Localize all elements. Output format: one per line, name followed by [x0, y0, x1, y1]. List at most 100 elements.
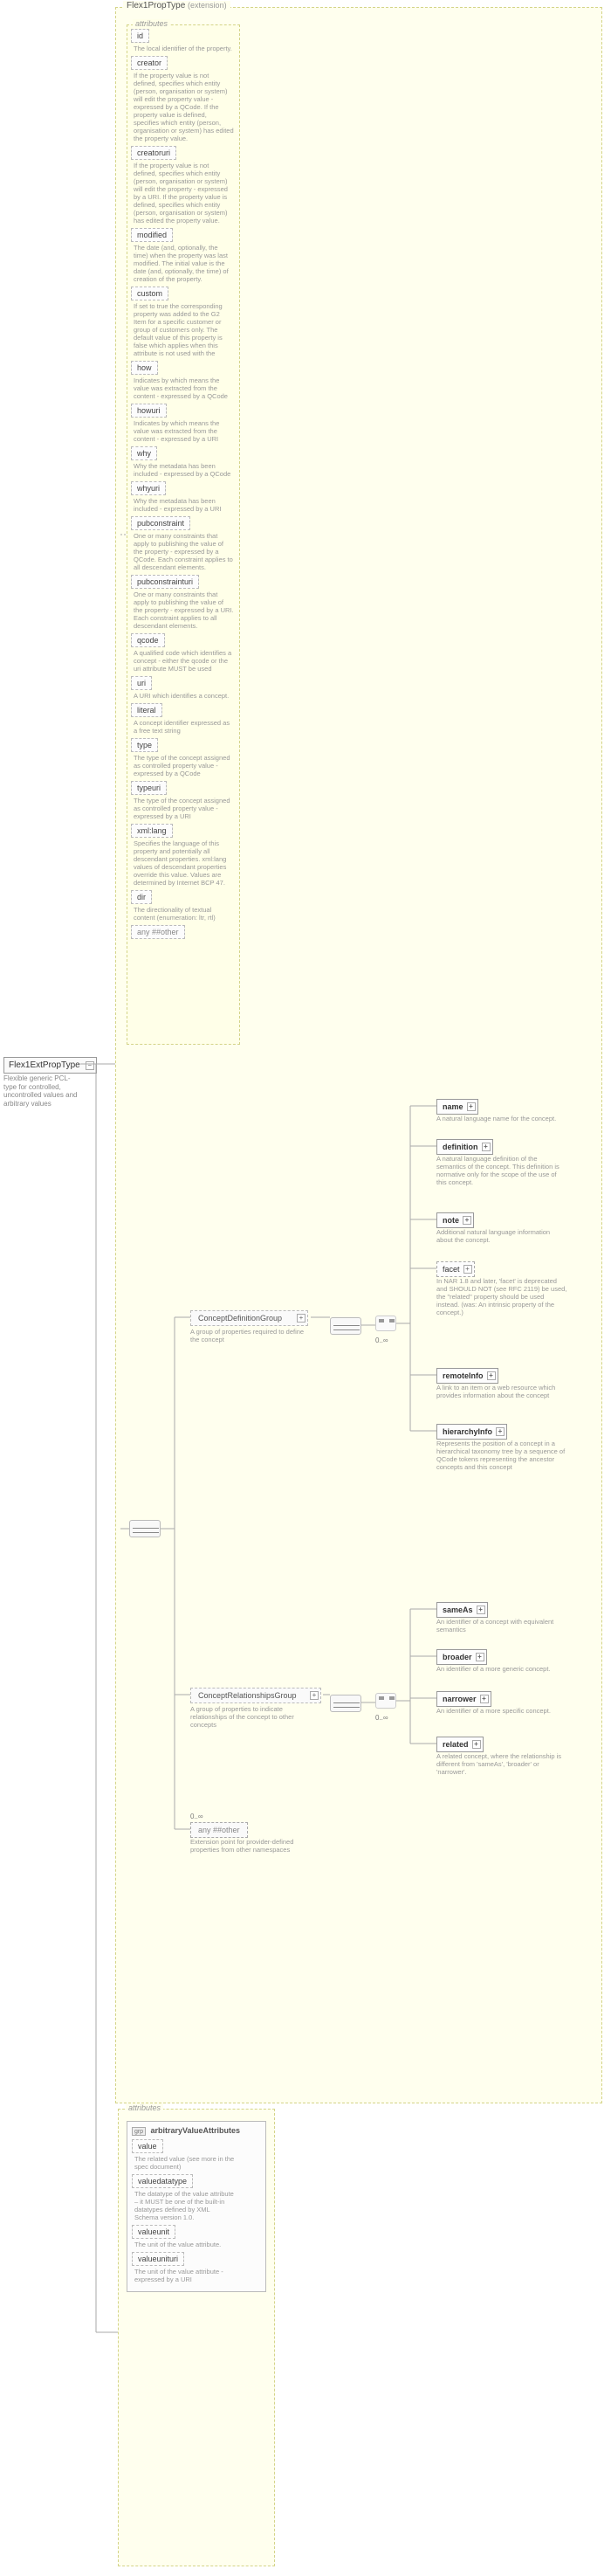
attr-valueunituri[interactable]: valueunituri [132, 2252, 184, 2266]
expand-icon[interactable]: + [496, 1427, 505, 1436]
element-name[interactable]: name+ [436, 1099, 478, 1115]
attr-id[interactable]: id [131, 29, 149, 43]
element-facet[interactable]: facet+ [436, 1261, 475, 1277]
sequence-compositor-crg[interactable] [330, 1695, 361, 1712]
element-hierarchyinfo[interactable]: hierarchyInfo+ [436, 1424, 507, 1440]
element-related[interactable]: related+ [436, 1737, 484, 1752]
attr-desc: If set to true the corresponding propert… [131, 302, 234, 357]
element-desc: In NAR 1.8 and later, 'facet' is depreca… [436, 1277, 567, 1316]
expand-icon[interactable]: + [480, 1695, 489, 1703]
attr-howuri[interactable]: howuri [131, 404, 167, 418]
collapse-icon[interactable]: − [86, 1061, 94, 1070]
attr-desc: A URI which identifies a concept. [131, 692, 234, 700]
sequence-compositor-cdg[interactable] [330, 1317, 361, 1335]
choice-switch-crg[interactable] [375, 1693, 396, 1709]
extension-label: (extension) [188, 1, 227, 10]
attr-how[interactable]: how [131, 361, 158, 375]
any-other-element[interactable]: any ##other [190, 1822, 248, 1838]
attributes-title: attributes [126, 2103, 163, 2112]
element-desc: A natural language definition of the sem… [436, 1155, 567, 1186]
attr-qcode[interactable]: qcode [131, 633, 165, 647]
attr-desc: One or many constraints that apply to pu… [131, 532, 234, 571]
extension-title: Flex1PropType (extension) [123, 1, 230, 10]
root-type-box[interactable]: Flex1ExtPropType − [3, 1057, 97, 1074]
attr-group-title: grp arbitraryValueAttributes [132, 2126, 261, 2136]
attr-desc: Indicates by which means the value was e… [131, 376, 234, 400]
expand-icon[interactable]: + [463, 1265, 472, 1274]
attr-typeuri[interactable]: typeuri [131, 781, 167, 795]
attr-dir[interactable]: dir [131, 890, 152, 904]
occurrence: 0..∞ [375, 1336, 388, 1344]
attributes-title: attributes [133, 19, 170, 28]
attr-pubconstraint[interactable]: pubconstraint [131, 516, 190, 530]
attr-desc: The local identifier of the property. [131, 45, 234, 52]
attrs2-list: value The related value (see more in the … [132, 2139, 261, 2283]
attr-desc: The directionality of textual content (e… [131, 906, 234, 922]
attr-desc: Why the metadata has been included - exp… [131, 497, 234, 513]
concept-relationships-group[interactable]: ConceptRelationshipsGroup + [190, 1688, 321, 1703]
element-note[interactable]: note+ [436, 1212, 474, 1228]
group-desc: A group of properties required to define… [190, 1328, 308, 1343]
attr-desc: A qualified code which identifies a conc… [131, 649, 234, 673]
attr-valuedatatype[interactable]: valuedatatype [132, 2174, 193, 2188]
expand-icon[interactable]: + [297, 1314, 306, 1323]
attr-desc: The type of the concept assigned as cont… [131, 797, 234, 820]
attr-creatoruri[interactable]: creatoruri [131, 146, 176, 160]
expand-icon[interactable]: + [482, 1143, 491, 1151]
attr-pubconstrainturi[interactable]: pubconstrainturi [131, 575, 199, 589]
group-icon: grp [132, 2127, 146, 2136]
attr-desc: If the property value is not defined, sp… [131, 72, 234, 142]
attr-modified[interactable]: modified [131, 228, 173, 242]
attributes-list: id The local identifier of the property. c… [131, 29, 236, 922]
attr-custom[interactable]: custom [131, 287, 168, 300]
expand-icon[interactable]: + [467, 1102, 476, 1111]
expand-icon[interactable]: + [476, 1653, 484, 1661]
expand-icon[interactable]: + [487, 1371, 496, 1380]
attr-whyuri[interactable]: whyuri [131, 481, 166, 495]
attr-group-name: arbitraryValueAttributes [151, 2126, 241, 2135]
expand-icon[interactable]: + [310, 1691, 319, 1700]
element-narrower[interactable]: narrower+ [436, 1691, 491, 1707]
element-broader[interactable]: broader+ [436, 1649, 487, 1665]
attr-xml:lang[interactable]: xml:lang [131, 824, 173, 838]
expand-icon[interactable]: + [463, 1216, 471, 1225]
group-desc: A group of properties to indicate relati… [190, 1705, 321, 1729]
expand-icon[interactable]: + [472, 1740, 481, 1749]
attr-valueunit[interactable]: valueunit [132, 2225, 175, 2239]
group-label: ConceptDefinitionGroup [198, 1314, 282, 1323]
choice-switch-cdg[interactable] [375, 1316, 396, 1331]
attr-desc: The unit of the value attribute. [132, 2241, 235, 2248]
root-type-name: Flex1ExtPropType [9, 1060, 80, 1070]
element-desc: A related concept, where the relationshi… [436, 1752, 567, 1776]
element-sameas[interactable]: sameAs+ [436, 1602, 488, 1618]
attr-literal[interactable]: literal [131, 703, 162, 717]
occurrence: 0..∞ [375, 1714, 388, 1722]
attr-desc: One or many constraints that apply to pu… [131, 590, 234, 630]
attr-any-other: any ##other [131, 925, 185, 939]
group-label: ConceptRelationshipsGroup [198, 1691, 297, 1700]
element-desc: A natural language name for the concept. [436, 1115, 567, 1122]
attr-desc: The unit of the value attribute - expres… [132, 2268, 235, 2283]
element-desc: An identifier of a more generic concept. [436, 1665, 567, 1673]
root-type-desc: Flexible generic PCL-type for controlled… [3, 1074, 78, 1108]
element-remoteinfo[interactable]: remoteInfo+ [436, 1368, 498, 1384]
attr-value[interactable]: value [132, 2139, 163, 2153]
attr-desc: If the property value is not defined, sp… [131, 162, 234, 224]
attr-desc: Indicates by which means the value was e… [131, 419, 234, 443]
attr-type[interactable]: type [131, 738, 158, 752]
element-definition[interactable]: definition+ [436, 1139, 493, 1155]
attr-desc: Why the metadata has been included - exp… [131, 462, 234, 478]
sequence-compositor-main[interactable] [129, 1520, 161, 1537]
element-desc: A link to an item or a web resource whic… [436, 1384, 567, 1399]
attr-desc: Specifies the language of this property … [131, 839, 234, 887]
extension-name: Flex1PropType [127, 1, 185, 10]
attr-uri[interactable]: uri [131, 676, 152, 690]
attr-creator[interactable]: creator [131, 56, 168, 70]
attr-why[interactable]: why [131, 446, 157, 460]
attr-desc: The related value (see more in the spec … [132, 2155, 235, 2171]
expand-icon[interactable]: + [477, 1606, 485, 1614]
concept-definition-group[interactable]: ConceptDefinitionGroup + [190, 1310, 308, 1326]
element-desc: Additional natural language information … [436, 1228, 567, 1244]
attr-desc: The datatype of the value attribute – it… [132, 2190, 235, 2221]
element-desc: Represents the position of a concept in … [436, 1440, 567, 1471]
